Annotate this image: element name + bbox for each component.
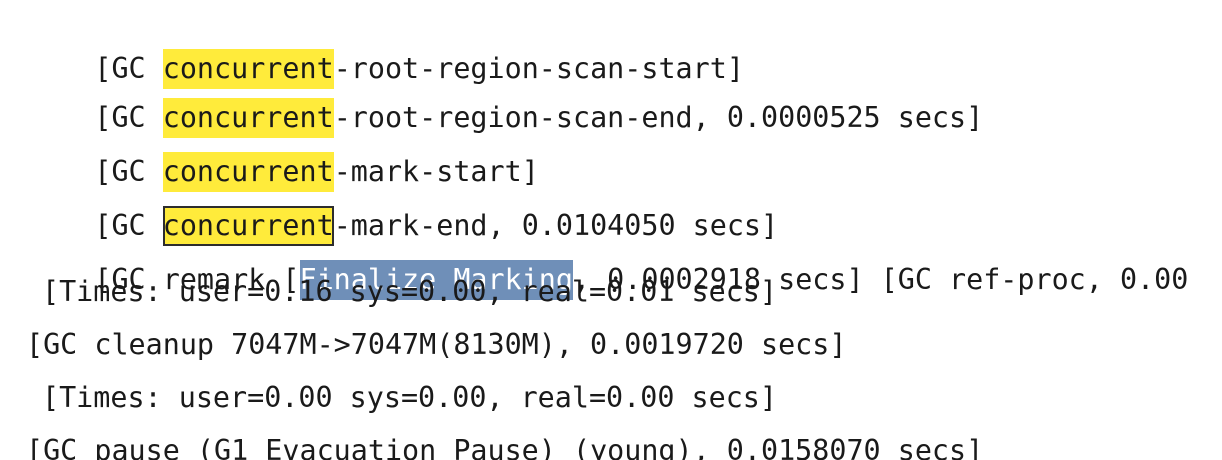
log-line: [GC concurrent-mark-end, 0.0104050 secs] <box>26 166 778 246</box>
log-line: [Times: user=0.00 sys=0.00, real=0.00 se… <box>42 381 777 414</box>
log-line: [GC concurrent-root-region-scan-end, 0.0… <box>26 58 983 138</box>
log-line: [GC concurrent-root-region-scan-start] <box>26 9 744 89</box>
log-line: [GC pause (G1 Evacuation Pause) (young),… <box>26 434 984 460</box>
log-line: [GC remark [Finalize Marking, 0.0002918 … <box>26 220 1188 300</box>
log-text-view[interactable]: [GC concurrent-root-region-scan-start] [… <box>0 0 1222 460</box>
log-line: [GC cleanup 7047M->7047M(8130M), 0.00197… <box>26 328 847 361</box>
log-line: [Times: user=0.16 sys=0.00, real=0.01 se… <box>42 275 777 308</box>
log-line: [GC concurrent-mark-start] <box>26 112 539 192</box>
